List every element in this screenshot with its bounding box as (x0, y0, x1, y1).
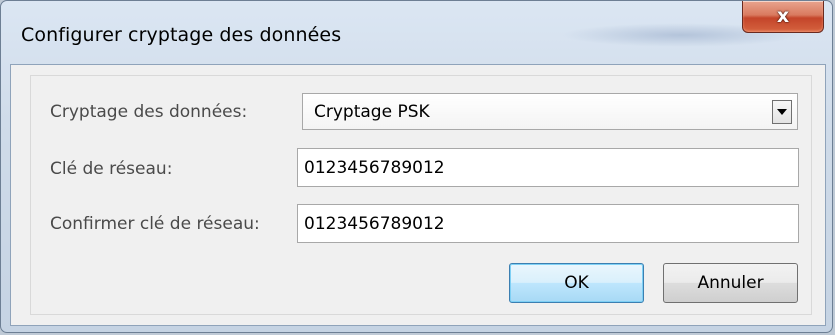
chevron-down-icon[interactable] (772, 100, 792, 124)
close-button[interactable]: x (742, 1, 824, 33)
network-key-value: 0123456789012 (304, 157, 445, 178)
cancel-button[interactable]: Annuler (663, 263, 798, 303)
encryption-select[interactable]: Cryptage PSK (302, 93, 798, 130)
window-title: Configurer cryptage des données (21, 24, 342, 46)
ok-button-label: OK (564, 273, 589, 293)
confirm-key-value: 0123456789012 (304, 213, 445, 234)
confirm-key-field[interactable]: 0123456789012 (297, 204, 799, 243)
dialog-client-area: Cryptage des données: Cryptage PSK Clé d… (10, 64, 826, 326)
confirm-key-label: Confirmer clé de réseau: (50, 214, 260, 234)
network-key-field[interactable]: 0123456789012 (297, 148, 799, 187)
network-key-label: Clé de réseau: (50, 159, 173, 179)
cancel-button-label: Annuler (697, 273, 764, 293)
dialog-window: Configurer cryptage des données x Crypta… (0, 0, 833, 333)
encryption-select-value: Cryptage PSK (314, 101, 430, 122)
ok-button[interactable]: OK (509, 263, 644, 303)
settings-group: Cryptage des données: Cryptage PSK Clé d… (30, 75, 812, 315)
encryption-label: Cryptage des données: (50, 102, 248, 122)
close-icon: x (776, 5, 790, 27)
